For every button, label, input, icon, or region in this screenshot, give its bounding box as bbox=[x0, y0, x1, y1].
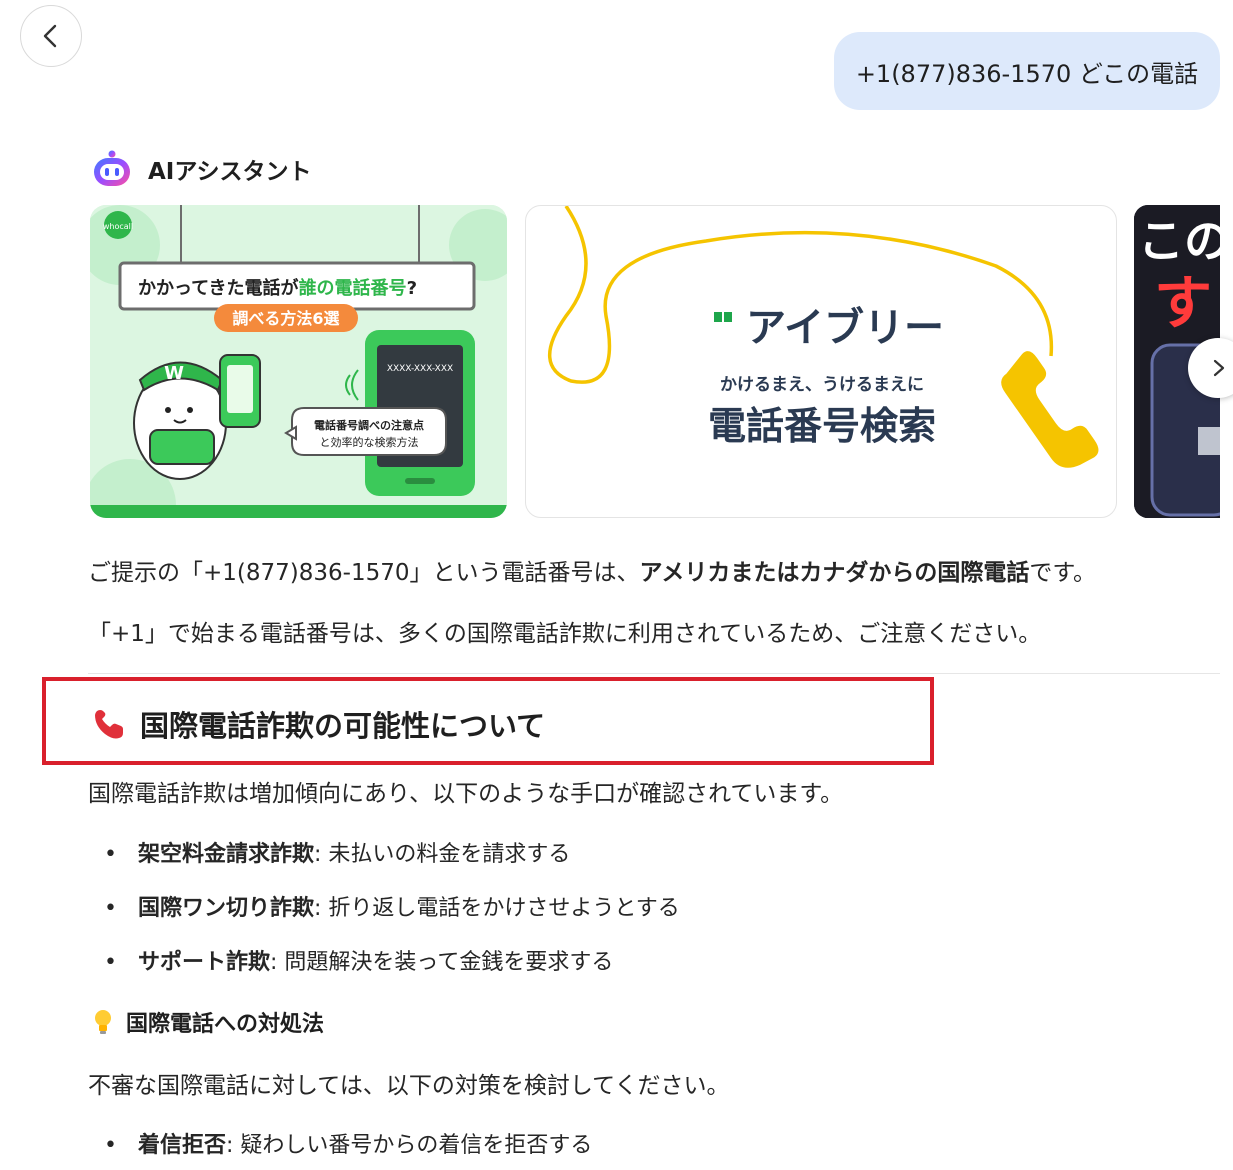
image-card-ivry[interactable]: アイブリー かけるまえ、うけるまえに 電話番号検索 bbox=[525, 205, 1117, 518]
ivry-tagline: かけるまえ、うけるまえに bbox=[720, 375, 924, 395]
answer-paragraph-2: 「+1」で始まる電話番号は、多くの国際電話詐欺に利用されているため、ご注意くださ… bbox=[88, 621, 1042, 647]
list-item: • 国際ワン切り詐欺: 折り返し電話をかけさせようとする bbox=[104, 890, 680, 922]
list-item-term: 国際ワン切り詐欺 bbox=[138, 896, 315, 921]
bullet-dot: • bbox=[104, 950, 117, 975]
list-item-term: 架空料金請求詐欺 bbox=[138, 842, 315, 867]
list-item-term: 着信拒否 bbox=[138, 1133, 227, 1158]
subheading-text: 国際電話への対処法 bbox=[126, 1012, 325, 1037]
lightbulb-icon bbox=[95, 1010, 111, 1034]
card1-tag: 調べる方法6選 bbox=[232, 309, 339, 328]
answer-p1-before: ご提示の「+1(877)836-1570」という電話番号は、 bbox=[88, 560, 640, 586]
list-item: • 着信拒否: 疑わしい番号からの着信を拒否する bbox=[104, 1127, 592, 1159]
answer-p1-after: です。 bbox=[1029, 560, 1097, 586]
whocall-card-illustration: かかってきた電話が誰の電話番号? 調べる方法6選 whocall XXXX-XX… bbox=[90, 205, 507, 518]
card1-headline-prefix: かかってきた電話が bbox=[138, 277, 299, 299]
ivry-card-illustration: アイブリー かけるまえ、うけるまえに 電話番号検索 bbox=[548, 206, 1099, 468]
ivry-title: 電話番号検索 bbox=[708, 404, 936, 448]
list-item-desc: : 折り返し電話をかけさせようとする bbox=[314, 896, 680, 921]
divider bbox=[88, 673, 1220, 674]
card1-bubble-line2: と効率的な検索方法 bbox=[320, 435, 419, 449]
chevron-left-icon bbox=[43, 24, 57, 48]
answer-paragraph-1: ご提示の「+1(877)836-1570」という電話番号は、アメリカまたはカナダ… bbox=[88, 553, 1096, 587]
list-item-desc: : 疑わしい番号からの着信を拒否する bbox=[226, 1133, 593, 1158]
bullet-dot: • bbox=[104, 1133, 117, 1158]
section-heading: 国際電話詐欺の可能性について bbox=[92, 700, 545, 748]
bullet-dot: • bbox=[104, 842, 117, 867]
partial-card-line2: す bbox=[1154, 269, 1212, 337]
answer-paragraph-4: 不審な国際電話に対しては、以下の対策を検討してください。 bbox=[88, 1073, 730, 1099]
list-item-term: サポート詐欺 bbox=[138, 950, 271, 975]
bullet-dot: • bbox=[104, 896, 117, 921]
card1-mascot-badge: W bbox=[164, 363, 184, 384]
assistant-name: AIアシスタント bbox=[148, 159, 312, 185]
card1-headline-suffix: ? bbox=[407, 278, 417, 299]
back-button[interactable] bbox=[20, 5, 82, 67]
list-item-desc: : 未払いの料金を請求する bbox=[314, 842, 571, 867]
card1-logo-badge: whocall bbox=[103, 222, 133, 231]
section-title: 国際電話詐欺の可能性について bbox=[140, 709, 546, 743]
answer-paragraph-3: 国際電話詐欺は増加傾向にあり、以下のような手口が確認されています。 bbox=[88, 781, 844, 807]
phone-icon bbox=[95, 710, 123, 739]
image-card-whocall[interactable]: かかってきた電話が誰の電話番号? 調べる方法6選 whocall XXXX-XX… bbox=[90, 205, 507, 518]
card1-phone-number: XXXX-XXX-XXX bbox=[387, 364, 453, 374]
list-item: • 架空料金請求詐欺: 未払いの料金を請求する bbox=[104, 836, 570, 868]
chevron-right-icon bbox=[1213, 359, 1225, 377]
ai-assistant-icon bbox=[94, 150, 130, 186]
answer-p1-bold: アメリカまたはカナダからの国際電話 bbox=[639, 560, 1030, 586]
ivry-brand-name: アイブリー bbox=[746, 305, 944, 351]
user-message-bubble: +1(877)836-1570 どこの電話 bbox=[834, 32, 1220, 110]
partial-card-line1: この bbox=[1138, 214, 1220, 268]
subheading: 国際電話への対処法 bbox=[92, 1004, 324, 1040]
card1-bubble-line1: 電話番号調べの注意点 bbox=[314, 418, 424, 432]
svg-text:かかってきた電話が誰の電話番号?: かかってきた電話が誰の電話番号? bbox=[138, 277, 417, 299]
list-item: • サポート詐欺: 問題解決を装って金銭を要求する bbox=[104, 944, 613, 976]
list-item-desc: : 問題解決を装って金銭を要求する bbox=[270, 950, 614, 975]
assistant-header: AIアシスタント bbox=[90, 146, 311, 192]
card1-headline-highlight: 誰の電話番号 bbox=[299, 277, 407, 299]
